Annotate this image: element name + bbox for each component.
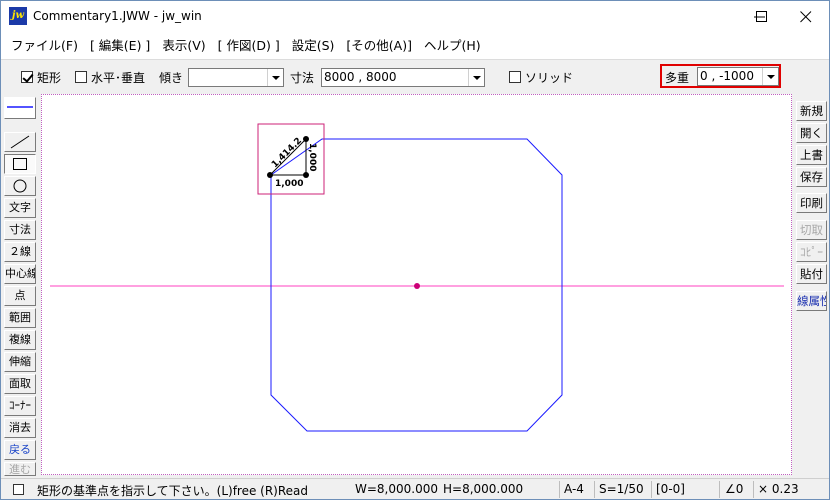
chevron-down-icon[interactable]: [267, 69, 283, 86]
left-toolbox: 文字 寸法 ２線 中心線 点 範囲 複線 伸縮 面取 ｺｰﾅｰ 消去 戻る 進む: [1, 93, 39, 477]
redo-button[interactable]: 進む: [4, 462, 36, 476]
rectangle-tool-button[interactable]: [4, 154, 36, 174]
circle-tool-button[interactable]: [4, 176, 36, 196]
open-file-button[interactable]: 開く: [796, 123, 827, 143]
close-icon: [800, 11, 812, 23]
menu-help[interactable]: ヘルプ(H): [418, 32, 487, 59]
menu-bar: ファイル(F) [ 編集(E) ] 表示(V) [ 作図(D) ] 設定(S) …: [1, 32, 829, 59]
status-separator: [594, 481, 595, 498]
dimension-tool-button[interactable]: 寸法: [4, 220, 36, 240]
menu-file[interactable]: ファイル(F): [5, 32, 84, 59]
multi-value: 0 , -1000: [700, 69, 754, 83]
range-tool-button[interactable]: 範囲: [4, 308, 36, 328]
size-label: 寸法: [290, 71, 315, 85]
text-tool-button[interactable]: 文字: [4, 198, 36, 218]
drawing-canvas[interactable]: 1,000 1,000 1,414.2: [41, 94, 792, 475]
status-separator: [719, 481, 720, 498]
offset-tool-button[interactable]: 複線: [4, 330, 36, 350]
hv-label: 水平･垂直: [91, 71, 146, 85]
circle-icon: [13, 179, 27, 193]
chevron-down-icon[interactable]: [762, 68, 778, 85]
erase-tool-button[interactable]: 消去: [4, 418, 36, 438]
drawing-svg: 1,000 1,000 1,414.2: [50, 123, 784, 432]
status-bar: 矩形の基準点を指示して下さい。(L)free (R)Read W=8,000.0…: [1, 478, 829, 499]
line-attribute-button[interactable]: 線属性: [796, 291, 827, 311]
tilt-label: 傾き: [159, 71, 184, 85]
extend-tool-button[interactable]: 伸縮: [4, 352, 36, 372]
solid-label: ソリッド: [525, 71, 574, 85]
status-separator: [559, 481, 560, 498]
maximize-icon: [756, 11, 767, 22]
paste-button[interactable]: 貼付: [796, 264, 827, 284]
status-separator: [651, 481, 652, 498]
tilt-combobox[interactable]: [188, 68, 284, 87]
line-tool-button[interactable]: [4, 132, 36, 152]
status-layer[interactable]: [0-0]: [656, 482, 685, 496]
status-separator: [753, 481, 754, 498]
cut-button[interactable]: 切取: [796, 220, 827, 240]
corner-tool-button[interactable]: ｺｰﾅｰ: [4, 396, 36, 416]
point-tool-button[interactable]: 点: [4, 286, 36, 306]
close-button[interactable]: [783, 1, 829, 32]
size-combobox[interactable]: 8000 , 8000: [321, 68, 485, 87]
status-paper[interactable]: A-4: [564, 482, 584, 496]
hv-checkbox[interactable]: [75, 71, 87, 83]
app-icon: jw: [9, 7, 27, 25]
triangle-vertex-left: [267, 172, 273, 178]
menu-view[interactable]: 表示(V): [156, 32, 211, 59]
triangle-vertex-right: [303, 172, 309, 178]
multi-label: 多重: [665, 71, 690, 85]
dim-vertical-label: 1,000: [307, 143, 317, 171]
save-button[interactable]: 保存: [796, 167, 827, 187]
line-style-button[interactable]: [4, 97, 36, 119]
rectangle-icon: [13, 158, 27, 170]
chevron-down-icon[interactable]: [468, 69, 484, 86]
status-scale[interactable]: S=1/50: [599, 482, 644, 496]
menu-settings[interactable]: 設定(S): [286, 32, 341, 59]
menu-edit[interactable]: [ 編集(E) ]: [84, 32, 156, 59]
maximize-button-area[interactable]: [739, 1, 785, 32]
triangle-vertex-top: [303, 136, 309, 142]
multi-combobox[interactable]: 0 , -1000: [697, 67, 779, 86]
rect-label: 矩形: [37, 71, 62, 85]
menu-other[interactable]: [その他(A)]: [340, 32, 418, 59]
center-point: [414, 283, 420, 289]
status-height: H=8,000.000: [443, 482, 524, 496]
status-message: 矩形の基準点を指示して下さい。(L)free (R)Read: [37, 484, 309, 498]
title-bar: jw Commentary1.JWW - jw_win: [1, 1, 829, 32]
dim-horizontal-label: 1,000: [275, 179, 303, 189]
overwrite-save-button[interactable]: 上書: [796, 145, 827, 165]
multi-highlight-box: 多重 0 , -1000: [660, 64, 781, 88]
status-zoom[interactable]: × 0.23: [758, 482, 799, 496]
dim-diagonal-label: 1,414.2: [270, 136, 304, 170]
status-width: W=8,000.000: [355, 482, 438, 496]
double-line-tool-button[interactable]: ２線: [4, 242, 36, 262]
copy-button[interactable]: ｺﾋﾟｰ: [796, 242, 827, 262]
status-checkbox[interactable]: [13, 484, 24, 495]
chamfer-tool-button[interactable]: 面取: [4, 374, 36, 394]
line-icon: [10, 135, 30, 149]
solid-checkbox[interactable]: [509, 71, 521, 83]
centerline-tool-button[interactable]: 中心線: [4, 264, 36, 284]
app-window: jw Commentary1.JWW - jw_win ファイル(F) [ 編集…: [0, 0, 830, 500]
status-angle[interactable]: ∠0: [725, 482, 743, 496]
window-title: Commentary1.JWW - jw_win: [33, 9, 202, 23]
menu-draw[interactable]: [ 作図(D) ]: [212, 32, 286, 59]
line-style-icon: [7, 106, 33, 108]
rect-checkbox[interactable]: [21, 71, 33, 83]
new-file-button[interactable]: 新規: [796, 101, 827, 121]
size-value: 8000 , 8000: [324, 70, 397, 84]
print-button[interactable]: 印刷: [796, 193, 827, 213]
undo-button[interactable]: 戻る: [4, 440, 36, 460]
